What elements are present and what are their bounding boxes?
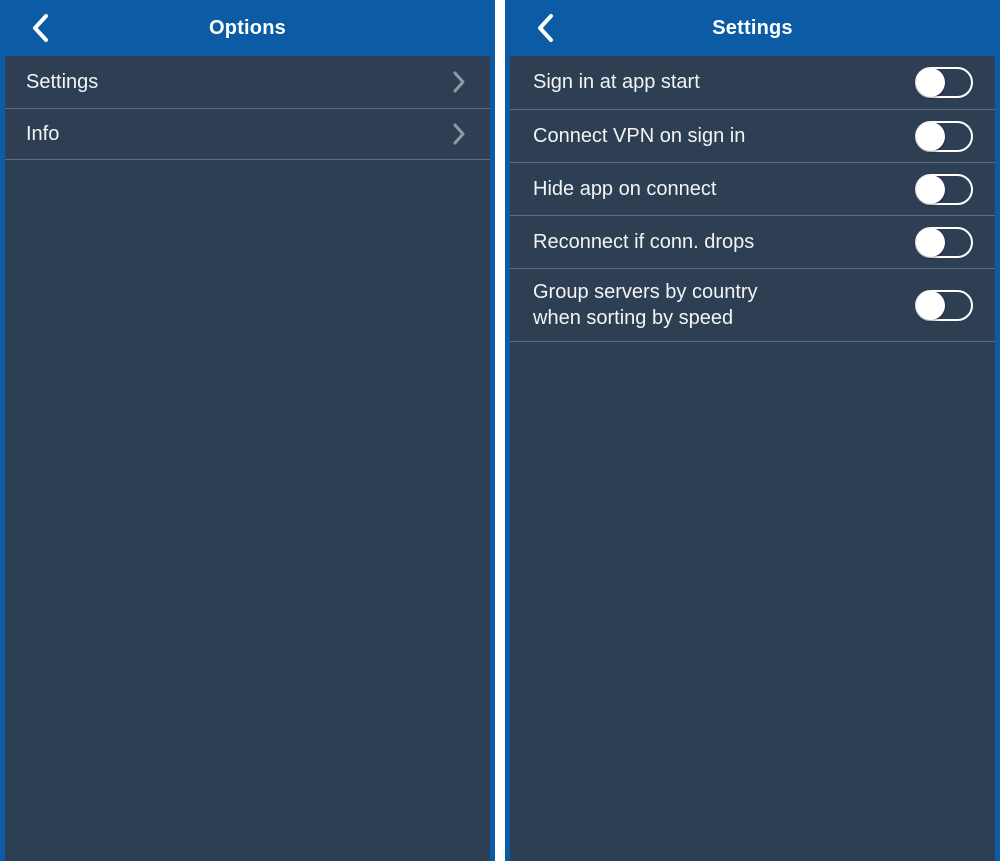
list-item-label: Settings bbox=[26, 71, 99, 93]
setting-label-line: Reconnect if conn. drops bbox=[533, 230, 755, 253]
list-item-label: Info bbox=[26, 123, 60, 145]
setting-label-line: Sign in at app start bbox=[533, 71, 700, 94]
setting-row-reconnect-if-conn-drops[interactable]: Reconnect if conn. drops bbox=[510, 215, 995, 268]
list-item-settings[interactable]: Settings bbox=[5, 56, 490, 108]
toggle-reconnect-if-conn-drops[interactable] bbox=[915, 226, 973, 258]
setting-label: Sign in at app start bbox=[533, 69, 915, 95]
toggle-knob bbox=[916, 121, 945, 151]
settings-navbar: Settings bbox=[510, 0, 995, 56]
page-title: Settings bbox=[712, 17, 793, 39]
setting-label-line: Group servers by country bbox=[533, 280, 758, 303]
back-button-settings[interactable] bbox=[522, 0, 568, 56]
toggle-group-servers-by-country[interactable] bbox=[915, 289, 973, 321]
toggle-sign-in-at-app-start[interactable] bbox=[915, 67, 973, 98]
setting-row-connect-vpn-on-sign-in[interactable]: Connect VPN on sign in bbox=[510, 109, 995, 162]
setting-label: Group servers by country when sorting by… bbox=[533, 279, 915, 332]
settings-list: Sign in at app start Connect VPN on sign… bbox=[510, 56, 995, 342]
settings-screen: Settings Sign in at app start Connect VP… bbox=[505, 0, 1000, 861]
list-item-info[interactable]: Info bbox=[5, 108, 490, 160]
back-button-options[interactable] bbox=[17, 0, 63, 56]
setting-label: Reconnect if conn. drops bbox=[533, 229, 915, 255]
setting-label: Connect VPN on sign in bbox=[533, 123, 915, 149]
settings-empty-area bbox=[510, 342, 995, 861]
chevron-right-icon bbox=[452, 70, 466, 94]
setting-label-line: Connect VPN on sign in bbox=[533, 124, 746, 147]
setting-label-line: when sorting by speed bbox=[533, 307, 734, 329]
options-list: Settings Info bbox=[5, 56, 490, 160]
toggle-knob bbox=[916, 68, 945, 97]
chevron-right-icon bbox=[452, 122, 466, 146]
dual-screen-comparison: Options Settings Info Settings Sign in a… bbox=[0, 0, 1000, 861]
setting-label-line: Hide app on connect bbox=[533, 177, 717, 200]
setting-label: Hide app on connect bbox=[533, 176, 915, 202]
toggle-knob bbox=[916, 290, 945, 320]
toggle-hide-app-on-connect[interactable] bbox=[915, 173, 973, 205]
chevron-left-icon bbox=[30, 12, 50, 44]
options-navbar: Options bbox=[5, 0, 490, 56]
toggle-knob bbox=[916, 227, 945, 257]
setting-row-hide-app-on-connect[interactable]: Hide app on connect bbox=[510, 162, 995, 215]
toggle-knob bbox=[916, 174, 945, 204]
setting-row-sign-in-at-app-start[interactable]: Sign in at app start bbox=[510, 56, 995, 109]
toggle-connect-vpn-on-sign-in[interactable] bbox=[915, 120, 973, 152]
setting-row-group-servers-by-country[interactable]: Group servers by country when sorting by… bbox=[510, 268, 995, 342]
options-screen: Options Settings Info bbox=[0, 0, 495, 861]
options-empty-area bbox=[5, 160, 490, 861]
chevron-left-icon bbox=[535, 12, 555, 44]
page-title: Options bbox=[209, 17, 286, 39]
